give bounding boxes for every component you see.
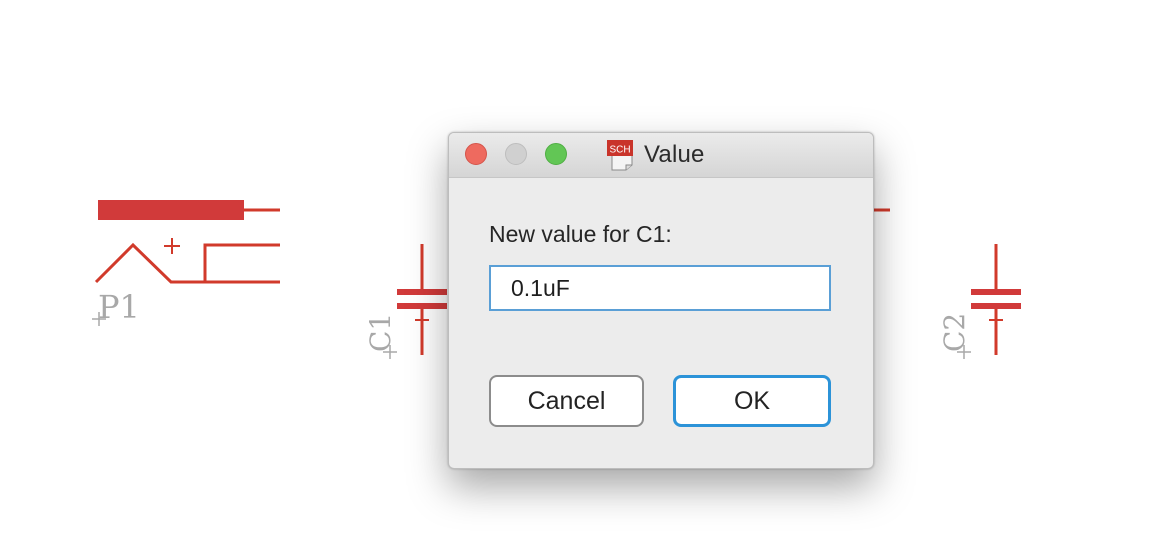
minimize-button[interactable] <box>505 143 527 165</box>
value-prompt-label: New value for C1: <box>489 221 672 247</box>
ok-button[interactable]: OK <box>673 375 831 427</box>
cancel-button[interactable]: Cancel <box>489 375 644 427</box>
c1-symbol[interactable]: C1 <box>364 244 447 359</box>
p1-symbol[interactable]: P1 <box>92 200 280 326</box>
p1-ref-label: P1 <box>98 288 140 326</box>
ok-button-label: OK <box>733 386 771 415</box>
value-input[interactable] <box>489 265 831 311</box>
dialog-titlebar[interactable]: SCH Value <box>449 133 873 178</box>
value-dialog: SCH Value New value for C1: Cancel OK <box>448 132 874 469</box>
cancel-button-label: Cancel <box>527 386 606 415</box>
c2-symbol[interactable]: C2 <box>938 244 1021 359</box>
app-icon-label: SCH <box>609 145 630 156</box>
dialog-title-group: SCH Value <box>606 139 705 171</box>
p1-body-outline <box>94 242 280 284</box>
schematic-app-icon: SCH <box>606 139 636 171</box>
p1-pad <box>98 200 244 220</box>
c1-ref-label: C1 <box>364 313 397 352</box>
dialog-title: Value <box>644 141 705 168</box>
c2-ref-label: C2 <box>938 313 971 352</box>
close-button[interactable] <box>465 143 487 165</box>
zoom-button[interactable] <box>545 143 567 165</box>
